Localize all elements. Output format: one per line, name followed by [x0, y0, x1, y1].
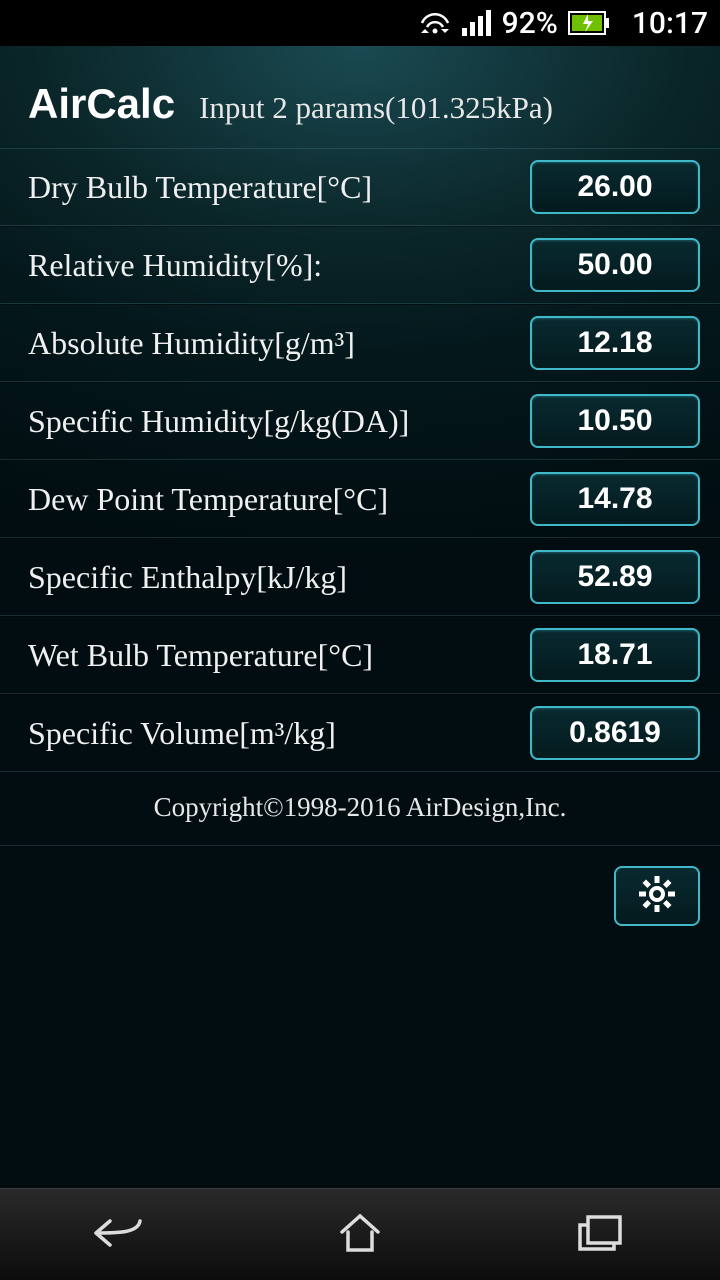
param-label: Absolute Humidity[g/m³]: [28, 325, 355, 362]
value-button-relative-humidity[interactable]: 50.00: [530, 238, 700, 292]
app-subtitle: Input 2 params(101.325kPa): [199, 90, 553, 126]
clock: 10:17: [632, 6, 708, 41]
param-label: Specific Enthalpy[kJ/kg]: [28, 559, 347, 596]
row-dry-bulb-temp: Dry Bulb Temperature[°C] 26.00: [0, 148, 720, 226]
value-button-dew-point[interactable]: 14.78: [530, 472, 700, 526]
value-button-specific-humidity[interactable]: 10.50: [530, 394, 700, 448]
gear-icon: [638, 875, 676, 917]
param-label: Wet Bulb Temperature[°C]: [28, 637, 373, 674]
param-label: Dry Bulb Temperature[°C]: [28, 169, 372, 206]
param-label: Specific Humidity[g/kg(DA)]: [28, 403, 409, 440]
row-specific-enthalpy: Specific Enthalpy[kJ/kg] 52.89: [0, 538, 720, 616]
row-specific-volume: Specific Volume[m³/kg] 0.8619: [0, 694, 720, 772]
battery-pct: 92%: [502, 6, 558, 41]
value-button-absolute-humidity[interactable]: 12.18: [530, 316, 700, 370]
android-navbar: [0, 1188, 720, 1280]
back-icon: [88, 1213, 152, 1257]
signal-icon: [462, 10, 492, 36]
status-bar: 92% 10:17: [0, 0, 720, 46]
row-absolute-humidity: Absolute Humidity[g/m³] 12.18: [0, 304, 720, 382]
settings-row: [0, 846, 720, 926]
value-button-specific-volume[interactable]: 0.8619: [530, 706, 700, 760]
nav-back-button[interactable]: [80, 1213, 160, 1257]
battery-icon: [568, 11, 610, 35]
app-title: AirCalc: [28, 80, 175, 128]
recent-apps-icon: [574, 1213, 626, 1257]
home-icon: [336, 1212, 384, 1258]
row-specific-humidity: Specific Humidity[g/kg(DA)] 10.50: [0, 382, 720, 460]
wifi-sync-icon: [418, 9, 452, 37]
param-label: Dew Point Temperature[°C]: [28, 481, 388, 518]
row-dew-point: Dew Point Temperature[°C] 14.78: [0, 460, 720, 538]
settings-button[interactable]: [614, 866, 700, 926]
nav-home-button[interactable]: [320, 1212, 400, 1258]
value-button-dry-bulb-temp[interactable]: 26.00: [530, 160, 700, 214]
copyright: Copyright©1998-2016 AirDesign,Inc.: [0, 772, 720, 846]
row-wet-bulb-temp: Wet Bulb Temperature[°C] 18.71: [0, 616, 720, 694]
value-button-wet-bulb-temp[interactable]: 18.71: [530, 628, 700, 682]
row-relative-humidity: Relative Humidity[%]: 50.00: [0, 226, 720, 304]
value-button-specific-enthalpy[interactable]: 52.89: [530, 550, 700, 604]
param-label: Specific Volume[m³/kg]: [28, 715, 336, 752]
nav-recent-button[interactable]: [560, 1213, 640, 1257]
app-root: AirCalc Input 2 params(101.325kPa) Dry B…: [0, 46, 720, 1188]
param-label: Relative Humidity[%]:: [28, 247, 322, 284]
param-list: Dry Bulb Temperature[°C] 26.00 Relative …: [0, 148, 720, 772]
header: AirCalc Input 2 params(101.325kPa): [0, 62, 720, 148]
